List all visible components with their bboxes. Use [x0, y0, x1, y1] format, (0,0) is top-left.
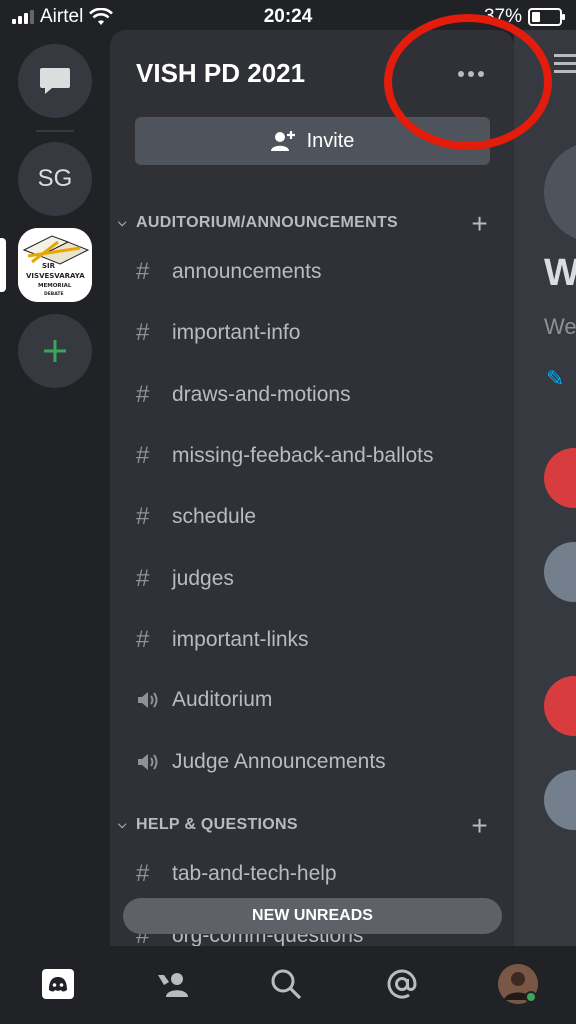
add-channel-icon[interactable]: +: [471, 208, 488, 240]
channel-name: announcements: [172, 260, 322, 283]
category-name: AUDITORIUM/ANNOUNCEMENTS: [136, 214, 399, 231]
new-unreads-button[interactable]: NEW UNREADS: [123, 898, 502, 934]
server-sg[interactable]: SG: [18, 142, 92, 216]
hamburger-icon[interactable]: [554, 54, 576, 78]
text-channel-icon: #: [136, 860, 150, 887]
welcome-heading-partial: W: [544, 252, 576, 294]
tab-search[interactable]: [266, 964, 306, 1004]
channel-name: missing-feeback-and-ballots: [172, 444, 434, 467]
tab-friends[interactable]: [152, 964, 192, 1004]
text-channel-icon: #: [136, 258, 150, 285]
channel-item[interactable]: # missing-feeback-and-ballots: [136, 436, 496, 476]
speaker-icon: [138, 754, 158, 770]
add-person-icon: [270, 131, 295, 151]
tab-mentions[interactable]: [382, 964, 422, 1004]
logo-text-4: DEBATE: [44, 291, 64, 297]
channel-name: schedule: [172, 505, 257, 528]
chat-bubble-icon: [40, 68, 70, 94]
chat-area-peek[interactable]: W We ✎: [514, 30, 576, 946]
online-status-dot: [527, 993, 535, 1001]
channel-name: Judge Announcements: [172, 750, 386, 773]
server-initials: SG: [37, 165, 73, 192]
voice-channel-item[interactable]: Judge Announcements: [136, 742, 496, 782]
vish-logo: SIR VISVESVARAYA MEMORIAL DEBATE: [18, 228, 92, 302]
channel-name: draws-and-motions: [172, 383, 351, 406]
category-header[interactable]: ⌵ AUDITORIUM/ANNOUNCEMENTS +: [118, 208, 488, 239]
selected-server-indicator: [0, 238, 6, 292]
text-channel-icon: #: [136, 319, 150, 346]
text-channel-icon: #: [136, 565, 150, 592]
chevron-down-icon: ⌵: [118, 818, 127, 831]
server-vish[interactable]: SIR VISVESVARAYA MEMORIAL DEBATE: [18, 228, 92, 302]
channel-name: important-links: [172, 628, 309, 651]
logo-text-3: MEMORIAL: [38, 283, 72, 289]
invite-label: Invite: [306, 129, 355, 152]
channel-name: tab-and-tech-help: [172, 862, 337, 885]
tab-home[interactable]: [38, 964, 78, 1004]
channel-panel: VISH PD 2021 Invite ⌵ AUDITORIUM/ANNOUNC…: [110, 30, 514, 946]
category-name: HELP & QUESTIONS: [136, 816, 298, 833]
battery-icon: [528, 8, 565, 26]
avatar[interactable]: [544, 542, 576, 602]
channel-avatar: [544, 142, 576, 242]
channel-name: important-info: [172, 321, 301, 344]
friends-icon: [158, 973, 188, 997]
tab-profile-avatar[interactable]: [498, 964, 538, 1004]
annotation-circle: [384, 14, 552, 150]
channel-item[interactable]: # tab-and-tech-help: [136, 854, 496, 894]
bottom-tab-bar: [0, 946, 576, 1024]
channel-item[interactable]: # schedule: [136, 497, 496, 537]
channel-item[interactable]: # draws-and-motions: [136, 375, 496, 415]
logo-text-2: VISVESVARAYA: [26, 272, 85, 280]
add-channel-icon[interactable]: +: [471, 810, 488, 842]
voice-channel-item[interactable]: Auditorium: [136, 680, 496, 720]
add-server-button[interactable]: [18, 314, 92, 388]
speaker-icon: [138, 692, 158, 708]
server-title[interactable]: VISH PD 2021: [136, 58, 305, 89]
at-icon: [387, 969, 417, 999]
avatar[interactable]: [544, 676, 576, 736]
channel-item[interactable]: # judges: [136, 559, 496, 599]
logo-text-1: SIR: [42, 262, 56, 270]
text-channel-icon: #: [136, 381, 150, 408]
chevron-down-icon: ⌵: [118, 216, 127, 229]
channel-item[interactable]: # important-info: [136, 313, 496, 353]
pencil-icon[interactable]: ✎: [546, 366, 564, 392]
plus-icon: [44, 340, 66, 362]
text-channel-icon: #: [136, 503, 150, 530]
text-channel-icon: #: [136, 442, 150, 469]
search-icon: [271, 969, 302, 1000]
user-avatar: [498, 964, 538, 1004]
discord-logo-icon: [42, 969, 74, 999]
text-channel-icon: #: [136, 626, 150, 653]
sidebar-divider: [36, 130, 74, 132]
channel-item[interactable]: # important-links: [136, 620, 496, 660]
avatar[interactable]: [544, 448, 576, 508]
server-sidebar: SG SIR VISVESVARAYA MEMORIAL DEBATE: [0, 32, 110, 946]
direct-messages-button[interactable]: [18, 44, 92, 118]
welcome-subtitle-partial: We: [544, 314, 576, 339]
channel-name: judges: [172, 567, 234, 590]
channel-name: Auditorium: [172, 688, 273, 711]
avatar[interactable]: [544, 770, 576, 830]
category-header[interactable]: ⌵ HELP & QUESTIONS +: [118, 810, 488, 841]
channel-item[interactable]: # announcements: [136, 252, 496, 292]
